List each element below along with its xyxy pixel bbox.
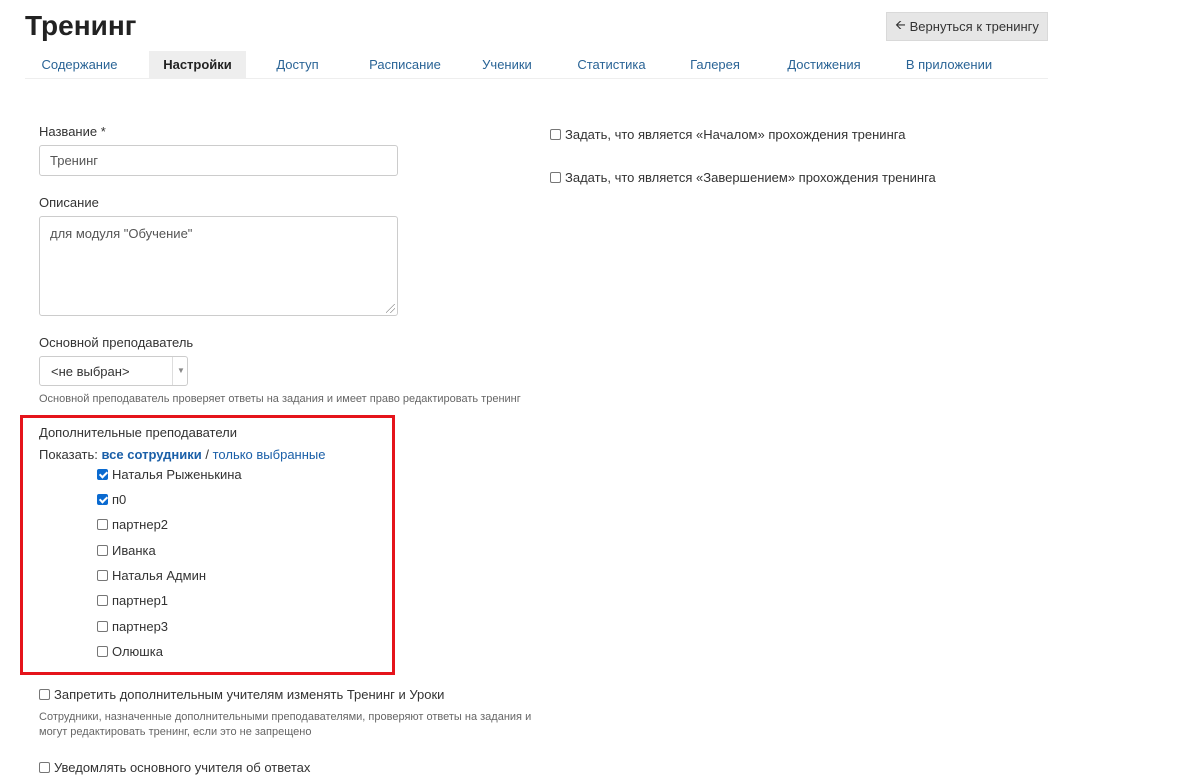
training-settings-page: Тренинг 🡨 Вернуться к тренингу Содержани… [0, 0, 1199, 781]
teacher-checkbox-row[interactable]: партнер2 [97, 517, 168, 532]
notify-main-teacher-checkbox[interactable] [39, 762, 50, 773]
teacher-name: п0 [112, 492, 127, 507]
tab-statistics[interactable]: Статистика [568, 51, 655, 79]
main-teacher-label: Основной преподаватель [39, 335, 194, 350]
description-textarea[interactable]: для модуля "Обучение" [39, 216, 398, 316]
set-finish-row[interactable]: Задать, что является «Завершением» прохо… [550, 170, 936, 185]
checkbox-checked[interactable] [97, 469, 108, 480]
teacher-checkbox-row[interactable]: Олюшка [97, 644, 163, 659]
teacher-name: Олюшка [112, 644, 163, 659]
teacher-name: Наталья Админ [112, 568, 207, 583]
tab-content[interactable]: Содержание [25, 51, 134, 79]
notify-main-teacher-label: Уведомлять основного учителя об ответах [54, 760, 311, 775]
forbid-extra-teachers-checkbox[interactable] [39, 689, 50, 700]
checkbox[interactable] [97, 545, 108, 556]
arrow-left-icon: 🡨 [895, 16, 906, 32]
tab-access[interactable]: Доступ [261, 51, 334, 79]
set-start-label: Задать, что является «Началом» прохожден… [565, 127, 906, 142]
teacher-name: Иванка [112, 543, 156, 558]
teacher-name: партнер3 [112, 619, 169, 634]
teacher-checkbox-row[interactable]: Наталья Админ [97, 568, 206, 583]
checkbox-checked[interactable] [97, 494, 108, 505]
main-teacher-selected-value: <не выбран> [51, 364, 130, 379]
caret-down-icon: ▼ [177, 366, 185, 375]
forbid-hint-line-1: Сотрудники, назначенные дополнительными … [39, 711, 532, 723]
teacher-checkbox-row[interactable]: Иванка [97, 543, 156, 558]
description-text: для модуля "Обучение" [50, 226, 193, 241]
teacher-checkbox-row[interactable]: Наталья Рыженькина [97, 467, 242, 482]
teacher-checkbox-row[interactable]: п0 [97, 492, 126, 507]
tab-achievements[interactable]: Достижения [777, 51, 871, 79]
teacher-name: партнер1 [112, 593, 169, 608]
teacher-checkbox-row[interactable]: партнер1 [97, 593, 168, 608]
checkbox[interactable] [97, 519, 108, 530]
forbid-hint: Сотрудники, назначенные дополнительными … [39, 710, 531, 740]
name-label: Название * [39, 124, 106, 139]
set-finish-checkbox[interactable] [550, 172, 561, 183]
teacher-name: Наталья Рыженькина [112, 467, 242, 482]
extra-teachers-label: Дополнительные преподаватели [39, 425, 237, 440]
tab-settings[interactable]: Настройки [149, 51, 246, 79]
forbid-hint-line-2: могут редактировать тренинг, если это не… [39, 726, 312, 738]
teacher-name: партнер2 [112, 517, 169, 532]
show-separator: / [205, 447, 209, 462]
forbid-extra-teachers-label: Запретить дополнительным учителям изменя… [54, 687, 445, 702]
main-teacher-select[interactable]: <не выбран> ▼ [39, 356, 188, 386]
tab-bar: Содержание Настройки Доступ Расписание У… [25, 51, 1048, 79]
checkbox[interactable] [97, 595, 108, 606]
show-label: Показать: [39, 447, 98, 462]
teacher-checkbox-row[interactable]: партнер3 [97, 619, 168, 634]
main-teacher-hint: Основной преподаватель проверяет ответы … [39, 393, 521, 405]
back-to-training-button[interactable]: 🡨 Вернуться к тренингу [886, 12, 1048, 41]
tab-students[interactable]: Ученики [472, 51, 542, 79]
show-all-employees-link[interactable]: все сотрудники [102, 447, 202, 462]
set-finish-label: Задать, что является «Завершением» прохо… [565, 170, 936, 185]
set-start-row[interactable]: Задать, что является «Началом» прохожден… [550, 127, 905, 142]
tab-gallery[interactable]: Галерея [680, 51, 750, 79]
select-divider [172, 357, 173, 385]
forbid-extra-teachers-row[interactable]: Запретить дополнительным учителям изменя… [39, 687, 444, 702]
description-label: Описание [39, 195, 99, 210]
checkbox[interactable] [97, 646, 108, 657]
back-button-label: Вернуться к тренингу [909, 19, 1039, 34]
checkbox[interactable] [97, 621, 108, 632]
notify-main-teacher-row[interactable]: Уведомлять основного учителя об ответах [39, 760, 310, 775]
checkbox[interactable] [97, 570, 108, 581]
tab-in-app[interactable]: В приложении [897, 51, 1001, 79]
show-selected-only-link[interactable]: только выбранные [213, 447, 326, 462]
tab-schedule[interactable]: Расписание [355, 51, 455, 79]
resize-handle-icon[interactable] [386, 304, 395, 313]
show-filter: Показать: все сотрудники / только выбран… [39, 447, 325, 462]
set-start-checkbox[interactable] [550, 129, 561, 140]
name-input[interactable] [39, 145, 398, 176]
page-title: Тренинг [25, 10, 137, 41]
